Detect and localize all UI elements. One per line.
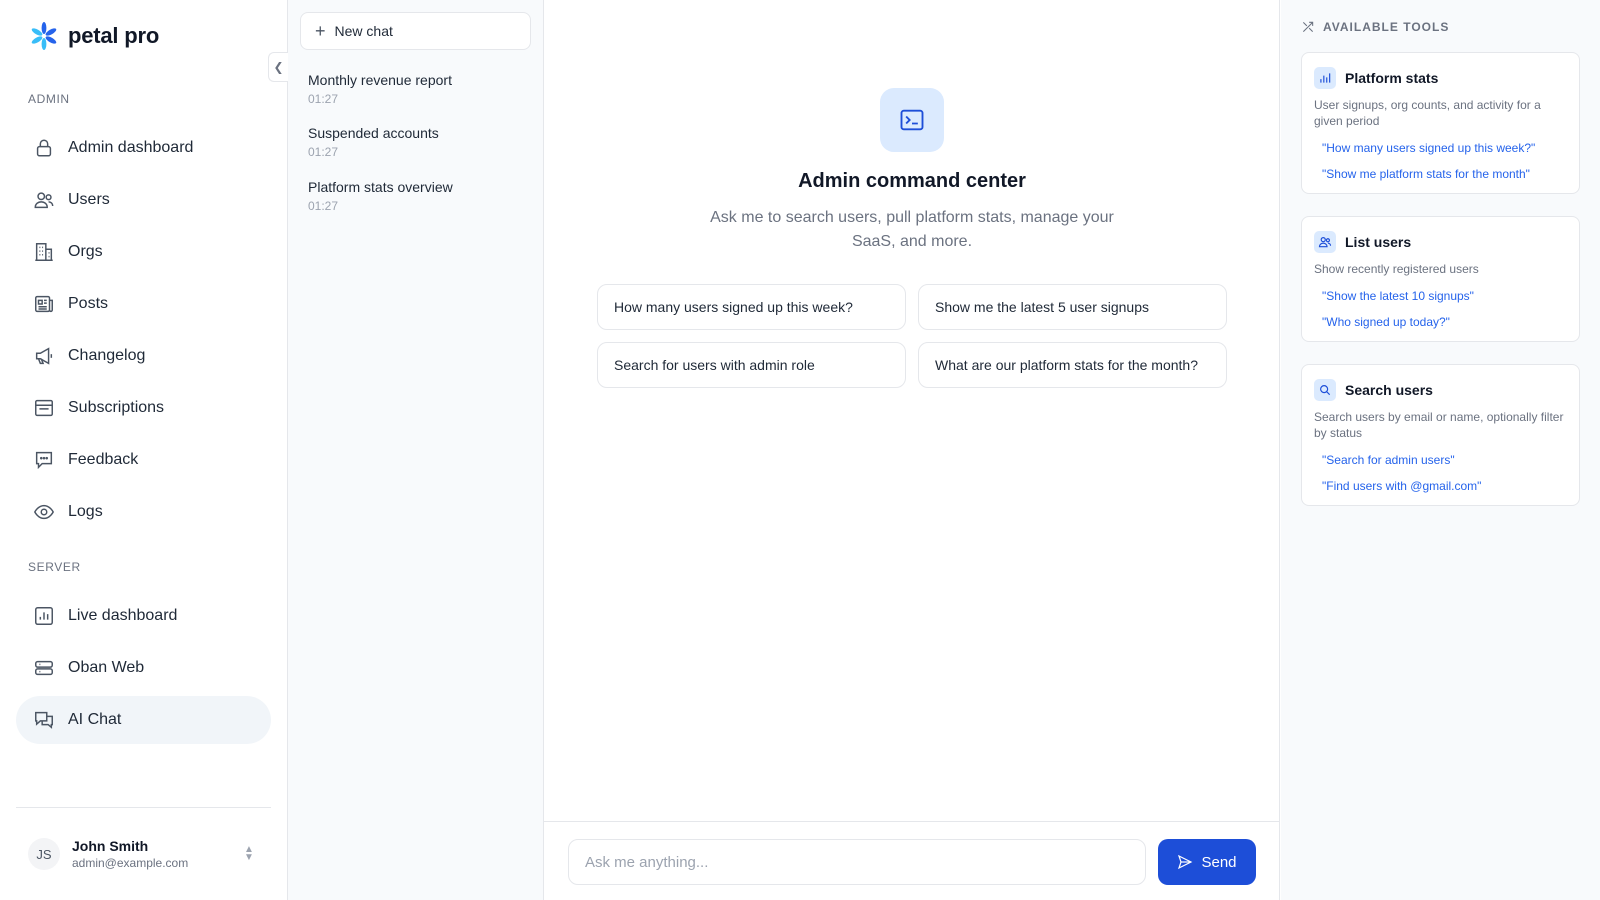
tool-example-link[interactable]: "Who signed up today?"	[1314, 315, 1567, 329]
building-icon	[35, 243, 53, 261]
chat-history-panel: + New chat Monthly revenue report 01:27 …	[288, 0, 544, 900]
tool-title: Search users	[1345, 382, 1433, 398]
tools-heading-text: AVAILABLE TOOLS	[1323, 20, 1450, 34]
lock-icon	[36, 139, 52, 157]
sidebar-item-label: Users	[68, 191, 110, 208]
section-label-admin: ADMIN	[28, 92, 70, 106]
sidebar-item-ai-chat[interactable]: AI Chat	[16, 696, 271, 744]
chat-input[interactable]	[568, 839, 1146, 885]
chat-time: 01:27	[308, 92, 339, 106]
new-chat-label: New chat	[334, 23, 393, 39]
chat-title: Monthly revenue report	[308, 72, 452, 88]
avatar: JS	[28, 838, 60, 870]
tool-title: Platform stats	[1345, 70, 1439, 86]
chevron-left-icon: ❮	[273, 60, 284, 74]
sidebar-item-changelog[interactable]: Changelog	[16, 332, 271, 380]
sidebar-item-oban-web[interactable]: Oban Web	[16, 644, 271, 692]
suggestion-button[interactable]: Show me the latest 5 user signups	[918, 284, 1227, 330]
chat-title: Platform stats overview	[308, 179, 453, 195]
suggestion-button[interactable]: What are our platform stats for the mont…	[918, 342, 1227, 388]
chat-time: 01:27	[308, 199, 339, 213]
megaphone-icon	[35, 347, 53, 365]
users-icon	[1314, 231, 1336, 253]
tools-heading: AVAILABLE TOOLS	[1301, 20, 1449, 34]
server-stack-icon	[35, 660, 53, 676]
sidebar-item-subscriptions[interactable]: Subscriptions	[16, 384, 271, 432]
sidebar-item-feedback[interactable]: Feedback	[16, 436, 271, 484]
sidebar-item-orgs[interactable]: Orgs	[16, 228, 271, 276]
tool-card-platform-stats: Platform stats User signups, org counts,…	[1301, 52, 1580, 194]
send-button[interactable]: Send	[1158, 839, 1256, 885]
available-tools-panel: AVAILABLE TOOLS Platform stats User sign…	[1281, 0, 1600, 900]
chat-time: 01:27	[308, 145, 339, 159]
paper-plane-icon	[1178, 854, 1193, 870]
chart-bar-icon	[35, 607, 53, 625]
tool-example-link[interactable]: "How many users signed up this week?"	[1314, 141, 1567, 155]
chat-main: Admin command center Ask me to search us…	[544, 0, 1280, 900]
tool-example-link[interactable]: "Search for admin users"	[1314, 453, 1567, 467]
tool-example-link[interactable]: "Find users with @gmail.com"	[1314, 479, 1567, 493]
plus-icon: +	[315, 21, 326, 41]
sidebar-item-label: Admin dashboard	[68, 139, 194, 156]
page-subtitle: Ask me to search users, pull platform st…	[710, 209, 1114, 250]
sidebar-item-label: Logs	[68, 503, 103, 520]
tool-description: Search users by email or name, optionall…	[1314, 410, 1564, 440]
chat-title: Suspended accounts	[308, 125, 439, 141]
tool-description: User signups, org counts, and activity f…	[1314, 98, 1541, 128]
chart-bar-icon	[1314, 67, 1336, 89]
search-icon	[1314, 379, 1336, 401]
user-email: admin@example.com	[72, 856, 189, 870]
section-label-server: SERVER	[28, 560, 81, 574]
sidebar-item-admin-dashboard[interactable]: Admin dashboard	[16, 124, 271, 172]
chat-bubbles-icon	[35, 711, 53, 729]
admin-sidebar: petal pro ADMIN Admin dashboard Users Or…	[0, 0, 288, 900]
collapse-sidebar-button[interactable]: ❮	[268, 52, 288, 82]
sidebar-item-live-dashboard[interactable]: Live dashboard	[16, 592, 271, 640]
wrench-screwdriver-icon	[1302, 21, 1314, 33]
user-name: John Smith	[72, 838, 149, 854]
archive-box-icon	[35, 399, 53, 417]
tool-card-search-users: Search users Search users by email or na…	[1301, 364, 1580, 506]
suggestion-button[interactable]: Search for users with admin role	[597, 342, 906, 388]
tool-description: Show recently registered users	[1314, 262, 1479, 276]
newspaper-icon	[35, 295, 53, 313]
tool-example-link[interactable]: "Show the latest 10 signups"	[1314, 289, 1567, 303]
brand-logo[interactable]: petal pro	[28, 20, 159, 52]
brand-name: petal pro	[68, 23, 160, 48]
sidebar-item-label: Feedback	[68, 451, 139, 468]
send-label: Send	[1201, 853, 1237, 871]
sidebar-item-users[interactable]: Users	[16, 176, 271, 224]
sidebar-divider	[16, 807, 271, 808]
tool-card-list-users: List users Show recently registered user…	[1301, 216, 1580, 342]
users-icon	[34, 192, 54, 209]
sidebar-item-label: AI Chat	[68, 711, 122, 728]
command-line-icon	[880, 88, 944, 152]
user-menu[interactable]: JS John Smith admin@example.com	[28, 838, 188, 870]
new-chat-button[interactable]: + New chat	[300, 12, 531, 50]
tool-example-link[interactable]: "Show me platform stats for the month"	[1314, 167, 1567, 181]
sidebar-item-label: Posts	[68, 295, 109, 312]
tool-title: List users	[1345, 234, 1412, 250]
sidebar-item-label: Live dashboard	[68, 607, 178, 624]
sidebar-item-label: Subscriptions	[68, 399, 165, 416]
chat-history-item[interactable]: Monthly revenue report 01:27	[308, 72, 528, 106]
chat-bubble-icon	[35, 451, 53, 470]
chat-history-item[interactable]: Platform stats overview 01:27	[308, 179, 528, 213]
page-title: Admin command center	[798, 170, 1026, 192]
message-composer: Send	[544, 821, 1280, 900]
sidebar-item-label: Orgs	[68, 243, 103, 260]
petal-logo-icon	[31, 22, 57, 50]
sidebar-item-label: Changelog	[68, 347, 146, 364]
sidebar-item-logs[interactable]: Logs	[16, 488, 271, 536]
sidebar-item-label: Oban Web	[68, 659, 145, 676]
chevron-up-down-icon[interactable]: ▲ ▼	[244, 845, 254, 863]
chat-history-item[interactable]: Suspended accounts 01:27	[308, 125, 528, 159]
suggestion-button[interactable]: How many users signed up this week?	[597, 284, 906, 330]
sidebar-item-posts[interactable]: Posts	[16, 280, 271, 328]
eye-icon	[34, 504, 54, 520]
